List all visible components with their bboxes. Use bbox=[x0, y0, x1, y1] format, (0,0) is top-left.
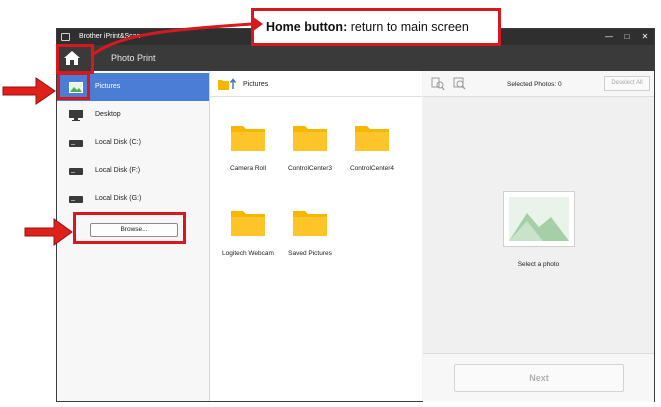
sidebar-item-label: Local Disk (G:) bbox=[95, 195, 142, 202]
folder-icon bbox=[355, 126, 389, 151]
callout-bold: Home button: bbox=[266, 20, 348, 34]
zoom-preview-icon[interactable] bbox=[453, 77, 467, 91]
footer-bar: Next bbox=[423, 353, 654, 402]
close-button[interactable]: ✕ bbox=[638, 30, 652, 44]
callout-text: return to main screen bbox=[347, 20, 469, 34]
folder-item[interactable]: Camera Roll bbox=[214, 123, 282, 183]
folder-item[interactable]: Saved Pictures bbox=[276, 208, 344, 268]
folder-icon bbox=[293, 211, 327, 236]
drive-icon bbox=[69, 140, 83, 147]
folder-item[interactable]: ControlCenter3 bbox=[276, 123, 344, 183]
folder-item[interactable]: ControlCenter4 bbox=[338, 123, 406, 183]
folder-name: Saved Pictures bbox=[288, 250, 332, 257]
selection-toolbar: Selected Photos: 0 Deselect All bbox=[423, 71, 654, 97]
folder-name: ControlCenter3 bbox=[287, 165, 333, 172]
deselect-all-button[interactable]: Deselect All bbox=[604, 76, 650, 91]
sidebar-item-local-disk-f[interactable]: Local Disk (F:) bbox=[57, 157, 209, 185]
drive-icon bbox=[69, 168, 83, 175]
sidebar-item-label: Desktop bbox=[95, 111, 121, 118]
sidebar-item-label: Pictures bbox=[95, 83, 121, 90]
header-bar: Photo Print bbox=[57, 45, 654, 71]
select-photo-label: Select a photo bbox=[517, 261, 560, 268]
up-folder-icon[interactable] bbox=[218, 78, 236, 90]
next-button[interactable]: Next bbox=[454, 364, 624, 392]
folder-item[interactable]: Logitech Webcam bbox=[214, 208, 282, 268]
sidebar-item-label: Local Disk (F:) bbox=[95, 167, 141, 174]
page-title: Photo Print bbox=[111, 53, 156, 63]
home-highlight-box bbox=[56, 44, 94, 74]
app-title: Brother iPrint&Scan bbox=[79, 33, 141, 40]
folder-name: Camera Roll bbox=[229, 165, 267, 172]
photo-placeholder-icon bbox=[503, 191, 575, 247]
printer-icon bbox=[61, 33, 70, 41]
drive-icon bbox=[69, 196, 83, 203]
home-callout: Home button: return to main screen bbox=[251, 8, 501, 46]
folder-icon bbox=[231, 211, 265, 236]
path-bar: Pictures bbox=[210, 71, 422, 97]
folder-icon bbox=[231, 126, 265, 151]
sidebar-item-label: Local Disk (C:) bbox=[95, 139, 141, 146]
sidebar-item-desktop[interactable]: Desktop bbox=[57, 101, 209, 129]
folder-name: Logitech Webcam bbox=[222, 250, 274, 257]
pictures-highlight-box bbox=[57, 72, 90, 100]
maximize-button[interactable]: □ bbox=[620, 30, 634, 44]
view-list-icon[interactable] bbox=[431, 77, 445, 91]
path-label: Pictures bbox=[243, 81, 269, 88]
folder-icon bbox=[293, 126, 327, 151]
minimize-button[interactable]: — bbox=[602, 30, 616, 44]
selected-count: Selected Photos: 0 bbox=[507, 81, 562, 88]
folder-name: ControlCenter4 bbox=[349, 165, 395, 172]
folder-panel: Pictures Camera Roll ControlCenter4 Cont… bbox=[210, 71, 422, 401]
sidebar-item-local-disk-g[interactable]: Local Disk (G:) bbox=[57, 185, 209, 213]
browse-highlight-box bbox=[73, 212, 186, 244]
desktop-icon bbox=[69, 110, 83, 121]
selection-panel: Selected Photos: 0 Deselect All Select a… bbox=[423, 71, 654, 402]
sidebar-item-local-disk-c[interactable]: Local Disk (C:) bbox=[57, 129, 209, 157]
pictures-arrow-icon bbox=[2, 77, 56, 105]
